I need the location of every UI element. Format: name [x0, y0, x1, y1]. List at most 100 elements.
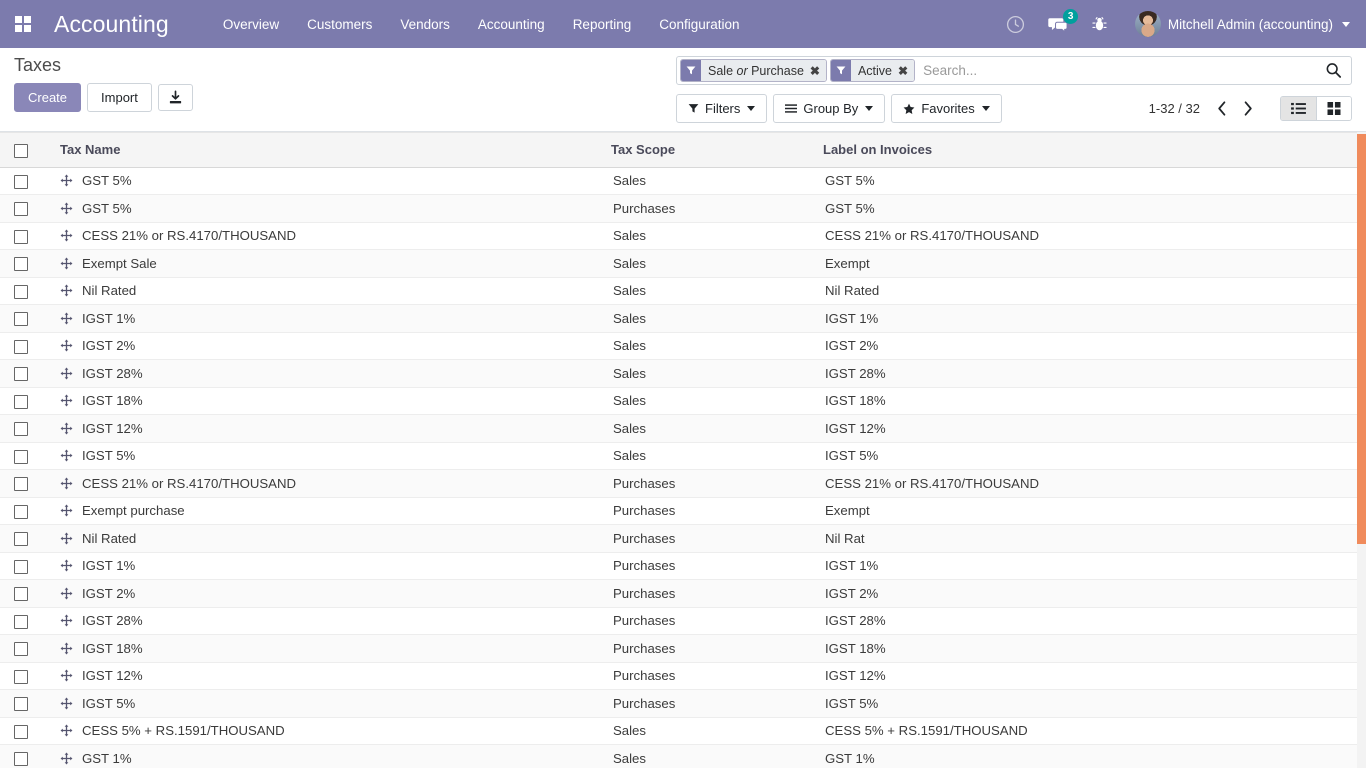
groupby-dropdown[interactable]: Group By — [773, 94, 886, 123]
table-row[interactable]: GST 5% Sales GST 5% — [0, 167, 1360, 196]
checkbox-unchecked[interactable] — [14, 724, 28, 739]
drag-move-icon[interactable] — [60, 422, 73, 435]
debug-button[interactable] — [1083, 7, 1117, 41]
column-header-label-on-invoices[interactable]: Label on Invoices — [823, 132, 1360, 168]
close-x-icon[interactable]: ✖ — [810, 65, 820, 77]
checkbox-unchecked[interactable] — [14, 504, 28, 519]
messages-button[interactable]: 3 — [1041, 7, 1078, 41]
table-row[interactable]: GST 1% Sales GST 1% — [0, 744, 1360, 768]
search-bar[interactable]: Sale or Purchase ✖ Active ✖ — [676, 56, 1352, 85]
table-row[interactable]: IGST 18% Sales IGST 18% — [0, 387, 1360, 416]
kanban-view-button[interactable] — [1316, 97, 1351, 120]
app-brand-title[interactable]: Accounting — [54, 11, 169, 38]
checkbox-unchecked[interactable] — [14, 257, 28, 272]
table-row[interactable]: IGST 12% Purchases IGST 12% — [0, 662, 1360, 691]
table-row[interactable]: CESS 21% or RS.4170/THOUSAND Sales CESS 21… — [0, 222, 1360, 251]
checkbox-unchecked[interactable] — [14, 559, 28, 574]
menu-item-accounting[interactable]: Accounting — [464, 11, 559, 38]
checkbox-unchecked[interactable] — [14, 339, 28, 354]
drag-move-icon[interactable] — [60, 394, 73, 407]
checkbox-unchecked[interactable] — [14, 532, 28, 547]
table-row[interactable]: CESS 21% or RS.4170/THOUSAND Purchases CES… — [0, 469, 1360, 498]
activities-button[interactable] — [999, 7, 1033, 41]
checkbox-unchecked[interactable] — [14, 284, 28, 299]
create-button[interactable]: Create — [14, 83, 82, 112]
table-row[interactable]: IGST 28% Purchases IGST 28% — [0, 607, 1360, 636]
checkbox-unchecked[interactable] — [14, 449, 28, 464]
checkbox-unchecked[interactable] — [14, 752, 28, 767]
checkbox-unchecked[interactable] — [14, 312, 28, 327]
checkbox-unchecked[interactable] — [14, 642, 28, 657]
checkbox-unchecked[interactable] — [14, 614, 28, 629]
drag-move-icon[interactable] — [60, 174, 73, 187]
drag-move-icon[interactable] — [60, 724, 73, 737]
table-row[interactable]: IGST 2% Purchases IGST 2% — [0, 579, 1360, 608]
checkbox-unchecked[interactable] — [14, 174, 28, 189]
checkbox-unchecked[interactable] — [14, 669, 28, 684]
table-row[interactable]: Nil Rated Purchases Nil Rat — [0, 524, 1360, 553]
table-row[interactable]: IGST 1% Sales IGST 1% — [0, 304, 1360, 333]
search-facet-sale-or-purchase[interactable]: Sale or Purchase ✖ — [680, 59, 827, 82]
checkbox-unchecked[interactable] — [14, 202, 28, 217]
table-row[interactable]: IGST 12% Sales IGST 12% — [0, 414, 1360, 443]
menu-item-overview[interactable]: Overview — [209, 11, 293, 38]
pager-next-button[interactable] — [1236, 99, 1260, 118]
import-button[interactable]: Import — [87, 83, 152, 112]
drag-move-icon[interactable] — [60, 202, 73, 215]
table-row[interactable]: Exempt Sale Sales Exempt — [0, 249, 1360, 278]
drag-move-icon[interactable] — [60, 669, 73, 682]
drag-move-icon[interactable] — [60, 697, 73, 710]
drag-move-icon[interactable] — [60, 587, 73, 600]
drag-move-icon[interactable] — [60, 532, 73, 545]
table-row[interactable]: IGST 18% Purchases IGST 18% — [0, 634, 1360, 663]
table-row[interactable]: IGST 5% Sales IGST 5% — [0, 442, 1360, 471]
table-row[interactable]: GST 5% Purchases GST 5% — [0, 194, 1360, 223]
checkbox-unchecked[interactable] — [14, 229, 28, 244]
vertical-scrollbar-track[interactable] — [1357, 132, 1366, 768]
search-submit-button[interactable] — [1316, 57, 1351, 84]
drag-move-icon[interactable] — [60, 477, 73, 490]
drag-move-icon[interactable] — [60, 257, 73, 270]
export-button[interactable] — [157, 84, 193, 111]
drag-move-icon[interactable] — [60, 614, 73, 627]
checkbox-unchecked[interactable] — [14, 394, 28, 409]
drag-move-icon[interactable] — [60, 559, 73, 572]
drag-move-icon[interactable] — [60, 339, 73, 352]
drag-move-icon[interactable] — [60, 449, 73, 462]
table-row[interactable]: IGST 28% Sales IGST 28% — [0, 359, 1360, 388]
column-header-tax-scope[interactable]: Tax Scope — [611, 132, 823, 168]
pager-previous-button[interactable] — [1210, 99, 1234, 118]
checkbox-unchecked[interactable] — [14, 367, 28, 382]
table-row[interactable]: CESS 5% + RS.1591/THOUSAND Sales CESS 5% +… — [0, 717, 1360, 746]
table-row[interactable]: Exempt purchase Purchases Exempt — [0, 497, 1360, 526]
table-row[interactable]: Nil Rated Sales Nil Rated — [0, 277, 1360, 306]
drag-move-icon[interactable] — [60, 229, 73, 242]
table-row[interactable]: IGST 2% Sales IGST 2% — [0, 332, 1360, 361]
search-input[interactable] — [915, 57, 1316, 84]
checkbox-unchecked[interactable] — [14, 143, 28, 158]
close-x-icon[interactable]: ✖ — [898, 65, 908, 77]
table-row[interactable]: IGST 5% Purchases IGST 5% — [0, 689, 1360, 718]
drag-move-icon[interactable] — [60, 312, 73, 325]
drag-move-icon[interactable] — [60, 367, 73, 380]
checkbox-unchecked[interactable] — [14, 587, 28, 602]
user-menu[interactable]: Mitchell Admin (accounting) — [1131, 9, 1354, 39]
drag-move-icon[interactable] — [60, 504, 73, 517]
menu-item-customers[interactable]: Customers — [293, 11, 386, 38]
filters-dropdown[interactable]: Filters — [676, 94, 768, 123]
drag-move-icon[interactable] — [60, 284, 73, 297]
checkbox-unchecked[interactable] — [14, 477, 28, 492]
menu-item-configuration[interactable]: Configuration — [645, 11, 753, 38]
menu-item-reporting[interactable]: Reporting — [559, 11, 646, 38]
search-facet-active[interactable]: Active ✖ — [829, 59, 916, 82]
menu-item-vendors[interactable]: Vendors — [386, 11, 464, 38]
favorites-dropdown[interactable]: Favorites — [891, 94, 1002, 123]
list-view-button[interactable] — [1281, 97, 1316, 120]
drag-move-icon[interactable] — [60, 752, 73, 765]
checkbox-unchecked[interactable] — [14, 422, 28, 437]
apps-menu-button[interactable] — [6, 7, 40, 41]
table-row[interactable]: IGST 1% Purchases IGST 1% — [0, 552, 1360, 581]
checkbox-unchecked[interactable] — [14, 697, 28, 712]
column-header-tax-name[interactable]: Tax Name — [46, 132, 611, 168]
drag-move-icon[interactable] — [60, 642, 73, 655]
